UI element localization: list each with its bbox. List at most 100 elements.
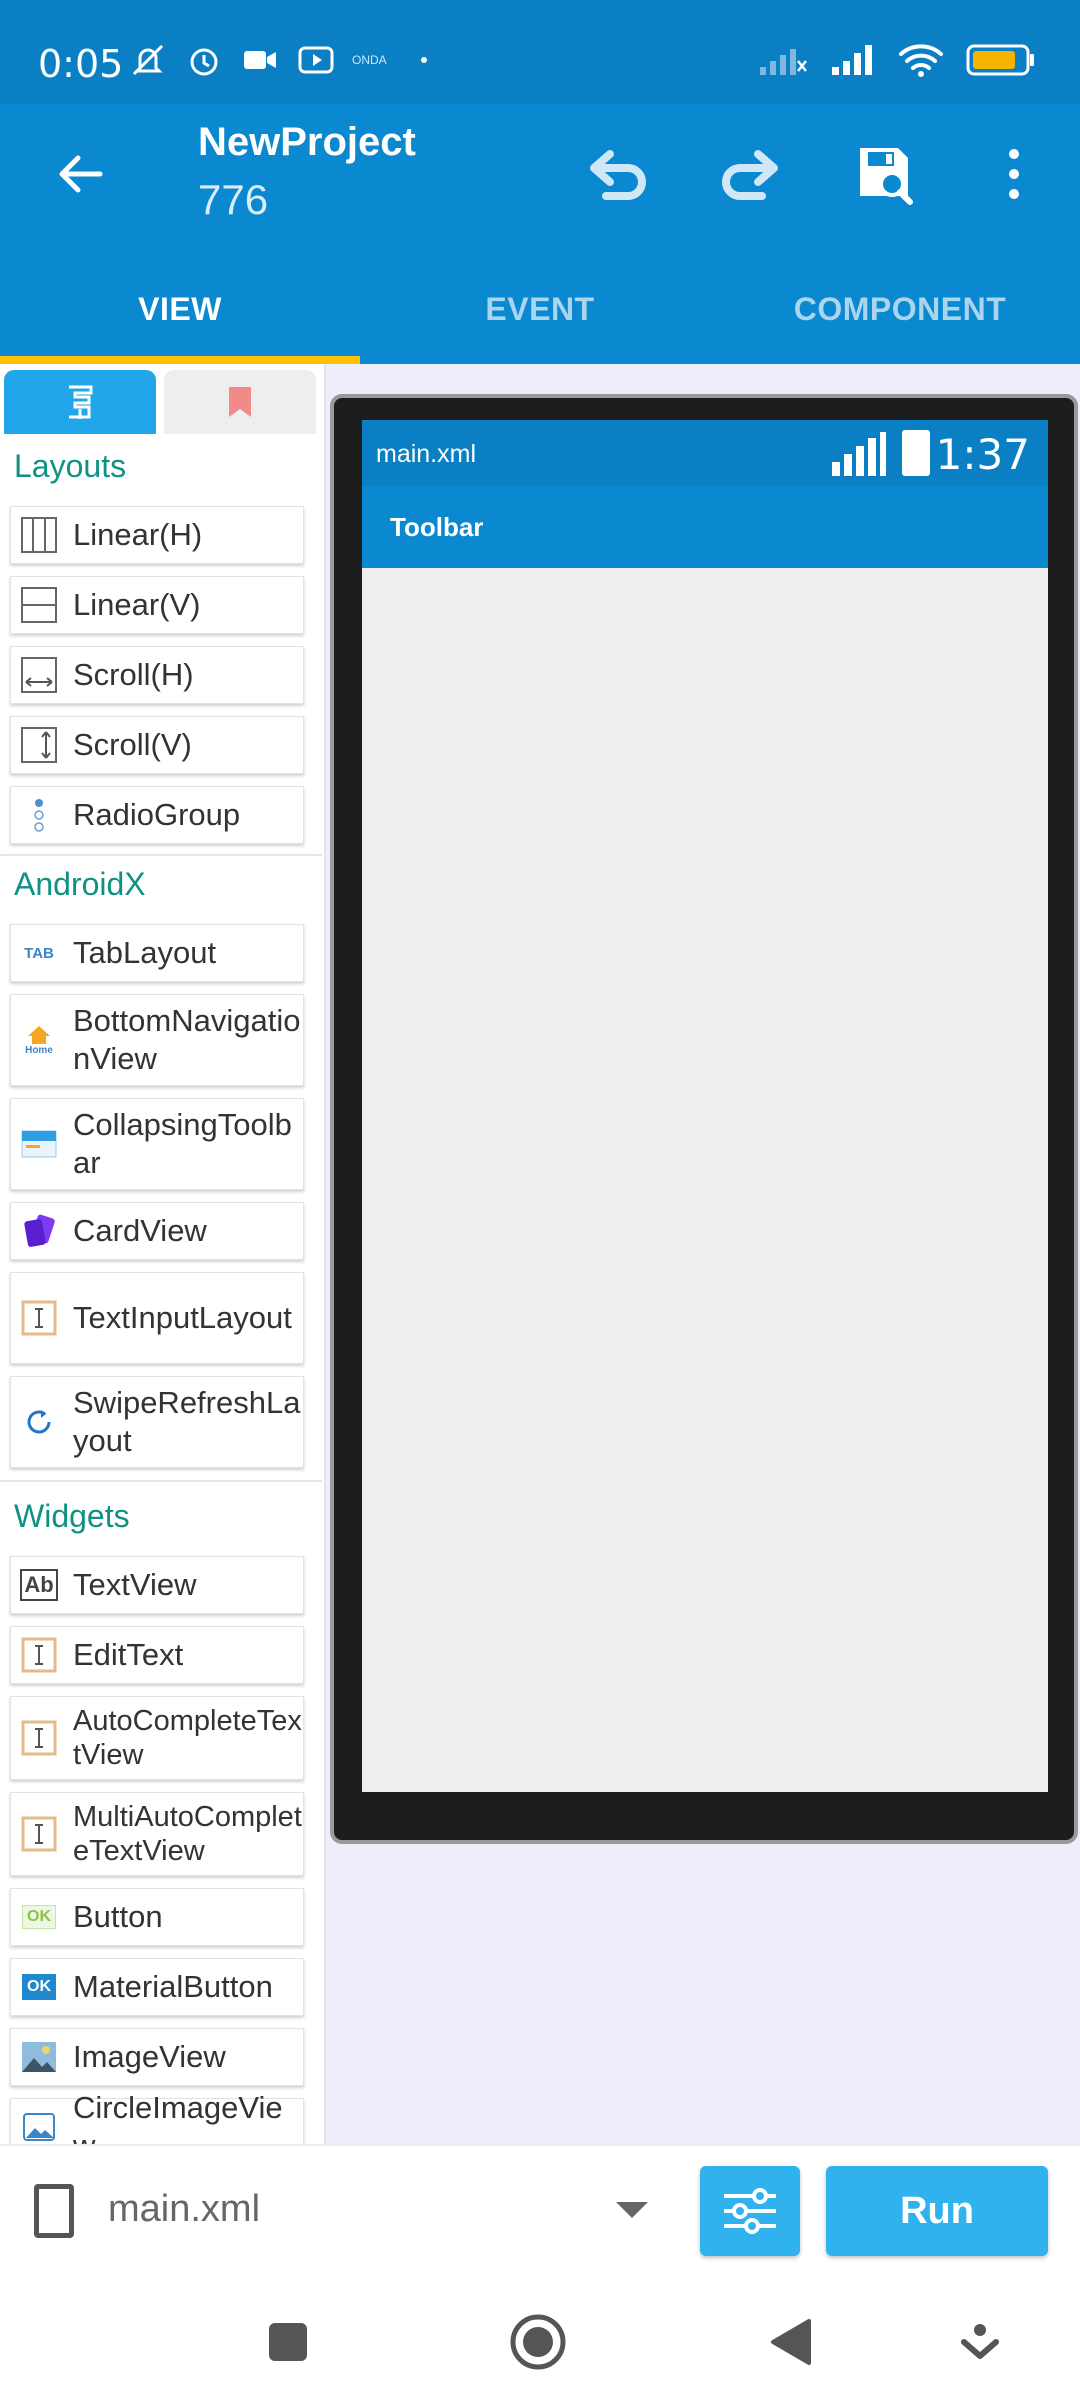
- section-divider: [0, 1480, 322, 1482]
- palette-item-label: Linear(H): [73, 517, 203, 552]
- palette-item-label: AutoCompleteTextView: [73, 1705, 302, 1771]
- scroll-horizontal-icon: [19, 655, 59, 695]
- home-button[interactable]: [508, 2312, 568, 2372]
- palette-item-button[interactable]: OK Button: [10, 1888, 304, 1946]
- square-icon: [269, 2323, 307, 2361]
- tab-component[interactable]: COMPONENT: [720, 254, 1080, 364]
- preview-toolbar-title: Toolbar: [390, 512, 484, 542]
- back-button[interactable]: [40, 134, 120, 214]
- status-system-icons: [758, 42, 1036, 78]
- status-bar: 0:05 ONDA: [0, 0, 1080, 104]
- palette-item-collapsingtoolbar[interactable]: CollapsingToolbar: [10, 1098, 304, 1190]
- ok-icon-text: OK: [22, 1974, 56, 2000]
- app-bar: NewProject 776: [0, 104, 1080, 254]
- palette-item-label: CardView: [73, 1213, 207, 1248]
- undo-button[interactable]: [578, 134, 658, 214]
- save-button[interactable]: [844, 134, 924, 214]
- section-layouts-title: Layouts: [14, 448, 127, 484]
- video-camera-icon: [244, 51, 276, 69]
- palette-item-edittext[interactable]: EditText: [10, 1626, 304, 1684]
- section-divider: [0, 854, 322, 856]
- hide-navigation-button[interactable]: [950, 2312, 1010, 2372]
- palette-item-label: Button: [73, 1899, 163, 1934]
- circle-image-icon: [19, 2107, 59, 2144]
- palette-item-label: SwipeRefreshLayout: [73, 1385, 301, 1458]
- palette-item-label: RadioGroup: [73, 797, 241, 832]
- material-button-icon: OK: [19, 1967, 59, 2007]
- tab-view[interactable]: VIEW: [0, 254, 360, 364]
- palette-tab-bookmarks[interactable]: [164, 370, 316, 434]
- palette-item-bottomnavigationview[interactable]: Home BottomNavigationView: [10, 994, 304, 1086]
- palette-item-radiogroup[interactable]: RadioGroup: [10, 786, 304, 844]
- current-file-selector[interactable]: main.xml: [108, 2188, 260, 2231]
- arrow-left-icon: [59, 155, 103, 193]
- dropdown-arrow-icon[interactable]: [616, 2202, 648, 2218]
- linear-vertical-icon: [19, 585, 59, 625]
- file-icon: [34, 2184, 74, 2238]
- run-button[interactable]: Run: [826, 2166, 1048, 2256]
- palette-item-linear-v[interactable]: Linear(V): [10, 576, 304, 634]
- sliders-icon: [724, 2188, 776, 2234]
- palette-item-tablayout[interactable]: TAB TabLayout: [10, 924, 304, 982]
- palette-item-imageview[interactable]: ImageView: [10, 2028, 304, 2086]
- palette-item-scroll-v[interactable]: Scroll(V): [10, 716, 304, 774]
- build-settings-button[interactable]: [700, 2166, 800, 2256]
- overflow-menu-button[interactable]: [974, 134, 1054, 214]
- widgets-palette-icon: [69, 385, 93, 419]
- palette-item-materialbutton[interactable]: OK MaterialButton: [10, 1958, 304, 2016]
- triangle-back-icon: [771, 2319, 811, 2365]
- signal-sim1-icon: [760, 49, 807, 75]
- phone-screen[interactable]: main.xml 1:37 Toolbar: [362, 420, 1048, 1792]
- home-icon: Home: [19, 1020, 59, 1060]
- status-time: 0:05: [38, 42, 124, 86]
- refresh-icon: [19, 1402, 59, 1442]
- undo-icon: [590, 150, 646, 200]
- palette-item-label: TextView: [73, 1567, 197, 1602]
- redo-button[interactable]: [710, 134, 790, 214]
- palette-item-label: MultiAutoCompleteTextView: [73, 1801, 302, 1867]
- palette-item-swiperefreshlayout[interactable]: SwipeRefreshLayout: [10, 1376, 304, 1468]
- palette-item-label: Linear(V): [73, 587, 201, 622]
- preview-toolbar[interactable]: Toolbar: [362, 486, 1048, 568]
- palette-item-label: Scroll(H): [73, 657, 194, 692]
- palette-item-textinputlayout[interactable]: TextInputLayout: [10, 1272, 304, 1364]
- section-androidx-title: AndroidX: [14, 866, 146, 902]
- mute-icon: [132, 44, 164, 76]
- palette-item-autocompletetextview[interactable]: AutoCompleteTextView: [10, 1696, 304, 1780]
- palette-item-label: EditText: [73, 1637, 184, 1672]
- youtube-icon: [298, 46, 334, 74]
- palette-item-label: CollapsingToolbar: [73, 1107, 292, 1180]
- signal-sim2-icon: [832, 45, 872, 75]
- redo-icon: [722, 150, 778, 200]
- palette-item-multiautocompletetextview[interactable]: MultiAutoCompleteTextView: [10, 1792, 304, 1876]
- palette-item-label: CircleImageView: [73, 2090, 283, 2144]
- text-input-icon: [19, 1298, 59, 1338]
- home-icon-text: Home: [25, 1044, 53, 1056]
- alarm-icon: [190, 48, 218, 76]
- palette-item-linear-h[interactable]: Linear(H): [10, 506, 304, 564]
- back-nav-button[interactable]: [760, 2312, 820, 2372]
- palette-item-label: ImageView: [73, 2039, 226, 2074]
- editor-tabs: VIEW EVENT COMPONENT: [0, 254, 1080, 364]
- scroll-vertical-icon: [19, 725, 59, 765]
- preview-battery-icon: [902, 430, 930, 476]
- palette-item-label: BottomNavigationView: [73, 1003, 301, 1076]
- text-view-icon: Ab: [19, 1565, 59, 1605]
- palette-tab-widgets[interactable]: [4, 370, 156, 434]
- palette-item-scroll-h[interactable]: Scroll(H): [10, 646, 304, 704]
- palette-item-label: TextInputLayout: [73, 1300, 292, 1335]
- tab-event[interactable]: EVENT: [360, 254, 720, 364]
- palette-item-circleimageview[interactable]: CircleImageView: [10, 2090, 304, 2144]
- palette-item-textview[interactable]: Ab TextView: [10, 1556, 304, 1614]
- recent-apps-button[interactable]: [258, 2312, 318, 2372]
- status-notification-icons: ONDA: [128, 40, 427, 80]
- radio-group-icon: [19, 795, 59, 835]
- palette-item-label: MaterialButton: [73, 1969, 273, 2004]
- preview-file-name: main.xml: [376, 440, 477, 468]
- palette-item-cardview[interactable]: CardView: [10, 1202, 304, 1260]
- ab-icon-text: Ab: [20, 1569, 58, 1601]
- preview-time: 1:37: [935, 430, 1030, 479]
- image-icon: [19, 2037, 59, 2077]
- palette-item-label: TabLayout: [73, 935, 217, 970]
- collapsing-toolbar-icon: [19, 1124, 59, 1164]
